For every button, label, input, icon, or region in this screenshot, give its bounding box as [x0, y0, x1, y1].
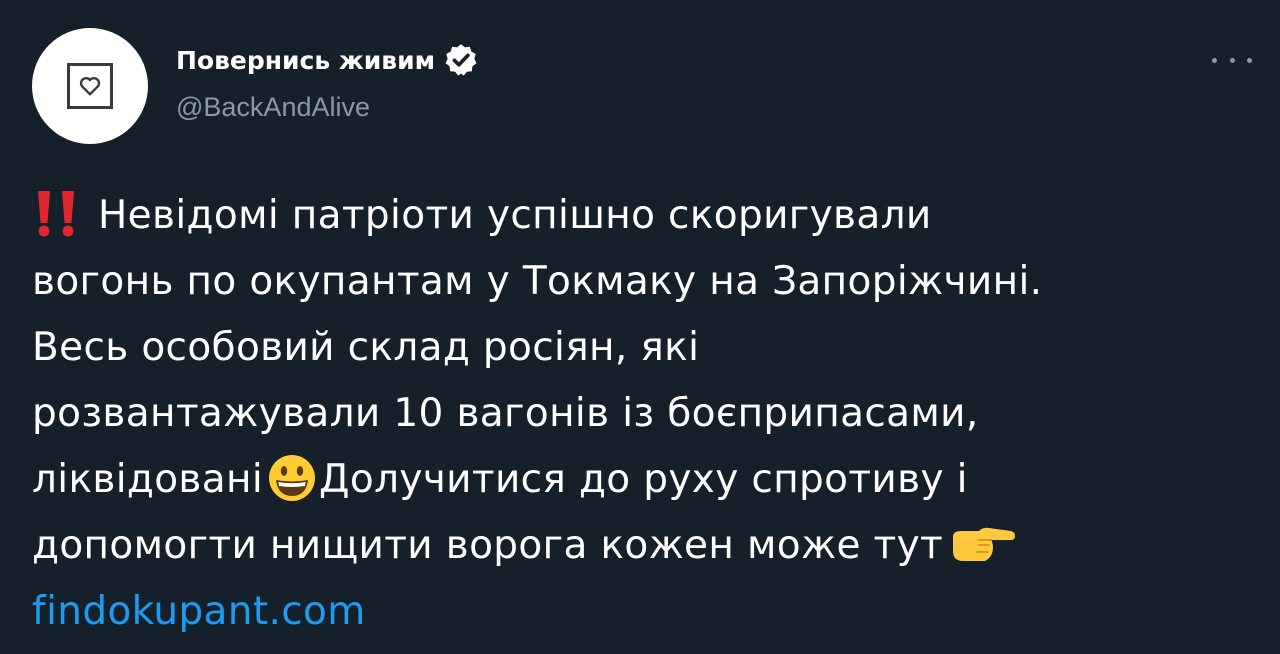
tweet-line-5: ліквідовані Долучитися до руху спротиву … — [32, 447, 1272, 513]
more-dot — [1212, 57, 1217, 63]
tweet-line-4: розвантажували 10 вагонів із боєприпасам… — [32, 391, 979, 436]
more-dot — [1229, 57, 1235, 63]
tweet-link[interactable]: findokupant.com — [32, 579, 1272, 645]
user-handle[interactable]: @BackAndAlive — [176, 92, 370, 123]
tweet-line-6: допомогти нищити ворога кожен може тут — [32, 513, 1272, 579]
tweet-line-3: Весь особовий склад росіян, які — [32, 325, 700, 370]
tweet-text: Невідомі патріоти успішно скоригували во… — [32, 183, 1272, 645]
pointing-right-icon — [949, 522, 1016, 566]
tweet-line-text: Долучитися до руху спротиву і — [319, 457, 968, 502]
tweet-line-text: Невідомі патріоти успішно скоригували — [98, 193, 932, 238]
more-options-icon[interactable] — [1212, 50, 1252, 70]
tweet-line-text: ліквідовані — [32, 457, 264, 502]
tweet-line-1: Невідомі патріоти успішно скоригували — [32, 183, 1272, 249]
more-dot — [1247, 57, 1252, 63]
heart-frame-icon — [67, 63, 113, 109]
verified-badge-icon — [443, 42, 479, 78]
author-name-row: Повернись живим — [176, 40, 479, 80]
double-exclamation-icon — [32, 190, 80, 237]
display-name[interactable]: Повернись живим — [176, 46, 435, 75]
tweet-line-2: вогонь по окупантам у Токмаку на Запоріж… — [32, 259, 1043, 304]
avatar[interactable] — [32, 28, 148, 144]
tweet-line-text: допомогти нищити ворога кожен може тут — [32, 523, 944, 568]
grinning-face-icon — [267, 453, 317, 503]
